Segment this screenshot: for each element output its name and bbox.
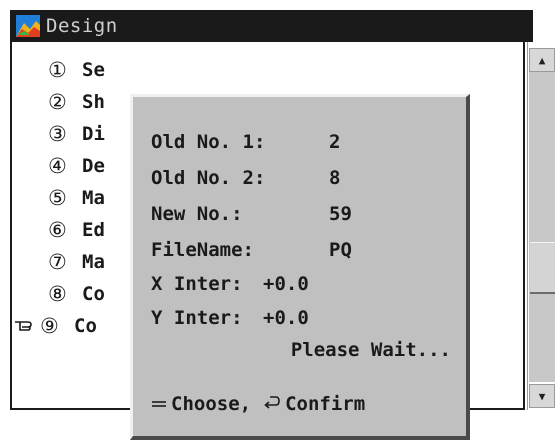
- item-number: ①: [48, 58, 67, 82]
- window-title: Design: [46, 15, 118, 37]
- dialog-footer: Choose, Confirm: [151, 389, 365, 419]
- y-inter-value: +0.0: [263, 307, 309, 329]
- menu-item-1[interactable]: ① Se: [22, 54, 162, 86]
- status-text: Please Wait...: [290, 339, 451, 361]
- new-no-value: 59: [329, 203, 352, 225]
- old-no-2-value: 8: [329, 167, 341, 189]
- filename-label: FileName:: [151, 239, 254, 261]
- item-number: ⑨: [40, 314, 59, 338]
- item-number: ⑤: [48, 186, 67, 210]
- enter-key-icon: [263, 393, 281, 415]
- confirm-hint: Confirm: [285, 393, 366, 415]
- item-label: Ma: [82, 251, 105, 273]
- scroll-thumb[interactable]: [530, 242, 555, 294]
- item-number: ⑦: [48, 250, 67, 274]
- arrow-keys-icon: [151, 393, 167, 415]
- item-label: Ed: [82, 219, 105, 241]
- item-label: Sh: [82, 91, 105, 113]
- scroll-down-button[interactable]: ▼: [529, 384, 555, 408]
- old-no-1-label: Old No. 1:: [151, 131, 266, 153]
- item-label: Co: [74, 315, 97, 337]
- design-window: Design ① Se ② Sh ③ Di ④ De ⑤ Ma ⑥ Ed ⑦ M…: [10, 10, 555, 440]
- item-label: Co: [82, 283, 105, 305]
- y-inter-label: Y Inter:: [151, 307, 243, 329]
- old-no-2-row: Old No. 2: 8: [151, 163, 340, 193]
- item-number: ⑥: [48, 218, 67, 242]
- x-inter-label: X Inter:: [151, 273, 243, 295]
- item-label: De: [82, 155, 105, 177]
- item-label: Se: [82, 59, 105, 81]
- titlebar-edge: [533, 10, 535, 42]
- y-inter-row: Y Inter: +0.0: [151, 303, 309, 333]
- triangle-up-icon: ▲: [538, 53, 546, 67]
- filename-row: FileName: PQ: [151, 235, 352, 265]
- triangle-down-icon: ▼: [538, 389, 546, 403]
- main-content: ① Se ② Sh ③ Di ④ De ⑤ Ma ⑥ Ed ⑦ Ma ⑧ Co …: [10, 42, 525, 440]
- scroll-up-button[interactable]: ▲: [529, 48, 555, 72]
- item-number: ③: [48, 122, 67, 146]
- vertical-scrollbar[interactable]: ▲ ▼: [527, 42, 555, 410]
- old-no-2-label: Old No. 2:: [151, 167, 266, 189]
- title-bar[interactable]: Design: [10, 10, 535, 42]
- design-app-icon: [16, 15, 40, 37]
- progress-dialog: Old No. 1: 2 Old No. 2: 8 New No.: 59 Fi…: [130, 94, 470, 440]
- old-no-1-value: 2: [329, 131, 341, 153]
- item-number: ⑧: [48, 282, 67, 306]
- x-inter-row: X Inter: +0.0: [151, 269, 309, 299]
- new-no-label: New No.:: [151, 203, 243, 225]
- hand-pointer-icon: [14, 314, 40, 338]
- item-label: Ma: [82, 187, 105, 209]
- new-no-row: New No.: 59: [151, 199, 352, 229]
- choose-hint: Choose,: [171, 393, 252, 415]
- scroll-track[interactable]: [529, 72, 555, 382]
- filename-value: PQ: [329, 239, 352, 261]
- old-no-1-row: Old No. 1: 2: [151, 127, 340, 157]
- item-number: ④: [48, 154, 67, 178]
- x-inter-value: +0.0: [263, 273, 309, 295]
- item-number: ②: [48, 90, 67, 114]
- item-label: Di: [82, 123, 105, 145]
